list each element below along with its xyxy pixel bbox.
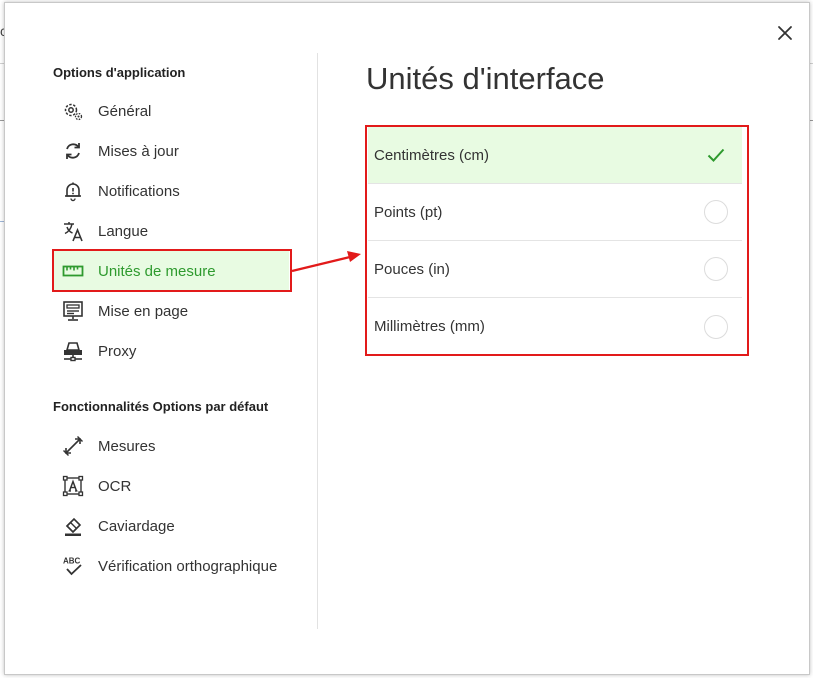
settings-sidebar: Options d'application Général Mises à jo… [5,3,318,628]
layout-icon [61,299,85,323]
settings-dialog: Options d'application Général Mises à jo… [4,2,810,675]
sidebar-item-redaction[interactable]: Caviardage [53,506,289,546]
sidebar-item-spellcheck[interactable]: ABC Vérification orthographique [53,546,289,586]
section-title-features: Fonctionnalités Options par défaut [53,399,269,414]
page-title: Unités d'interface [366,61,605,96]
annotation-box-options [365,125,749,356]
svg-text:ABC: ABC [63,557,81,566]
sidebar-item-label: Notifications [98,182,180,200]
sidebar-item-label: Vérification orthographique [98,557,278,575]
sidebar-item-updates[interactable]: Mises à jour [53,131,289,171]
sidebar-item-page-layout[interactable]: Mise en page [53,291,289,331]
sidebar-item-language[interactable]: Langue [53,211,289,251]
sidebar-item-general[interactable]: Général [53,91,289,131]
measure-icon [61,434,85,458]
sidebar-item-label: Caviardage [98,517,175,535]
sidebar-item-label: Mise en page [98,302,189,320]
translate-icon [61,219,85,243]
sidebar-item-ocr[interactable]: OCR [53,466,289,506]
sidebar-divider [317,53,318,629]
annotation-box-units-item [52,249,292,292]
gear-icon [61,99,85,123]
sidebar-item-measures[interactable]: Mesures [53,426,289,466]
spellcheck-icon: ABC [61,554,85,578]
sidebar-item-notifications[interactable]: Notifications [53,171,289,211]
sidebar-item-proxy[interactable]: Proxy [53,331,289,371]
refresh-icon [61,139,85,163]
sidebar-item-label: Proxy [98,342,137,360]
close-icon [778,26,792,40]
sidebar-item-label: OCR [98,477,132,495]
section-title-application: Options d'application [53,65,186,80]
network-icon [61,339,85,363]
close-button[interactable] [773,21,797,45]
sidebar-item-label: Mises à jour [98,142,179,160]
redact-icon [61,514,85,538]
sidebar-item-label: Langue [98,222,149,240]
sidebar-item-label: Général [98,102,152,120]
ocr-icon [61,474,85,498]
sidebar-item-label: Mesures [98,437,156,455]
bell-icon [61,179,85,203]
